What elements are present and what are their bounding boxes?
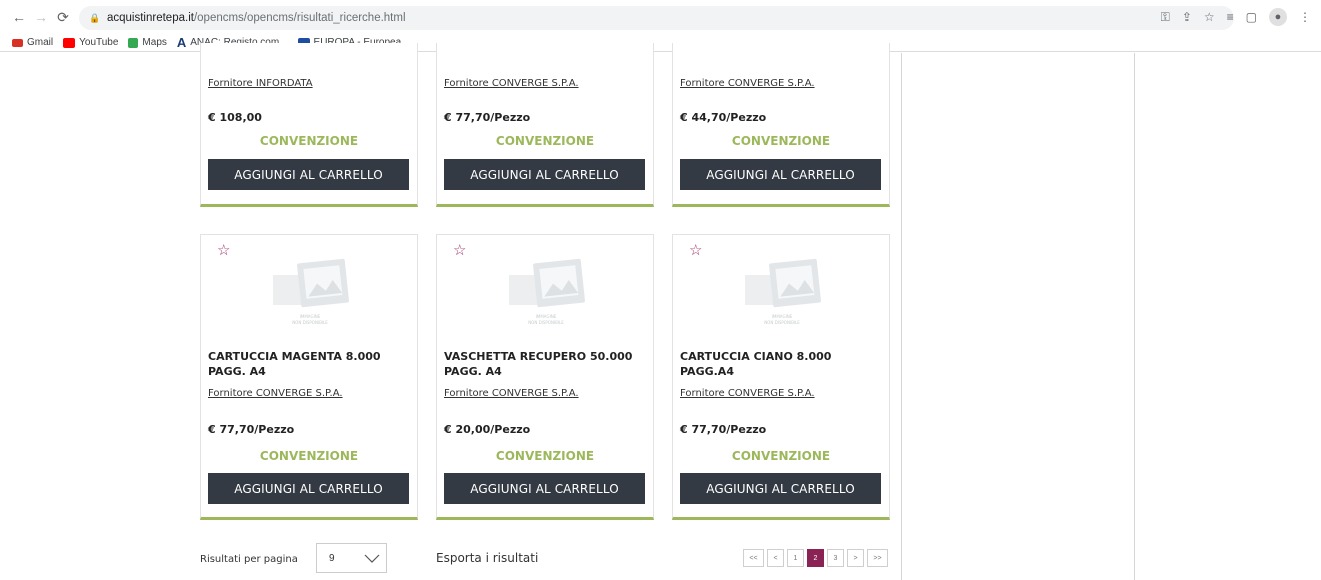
product-price: € 108,00 xyxy=(208,111,262,124)
pager-page-3[interactable]: 3 xyxy=(827,549,844,567)
gmail-icon xyxy=(12,38,23,47)
product-price: € 77,70/Pezzo xyxy=(444,111,531,124)
supplier-link[interactable]: Fornitore CONVERGE S.P.A. xyxy=(444,388,579,399)
image-placeholder-icon: IMMAGINE NON DISPONIBILE xyxy=(509,258,585,325)
add-to-cart-button[interactable]: AGGIUNGI AL CARRELLO xyxy=(444,473,645,504)
bookmark-star-icon[interactable]: ☆ xyxy=(1204,10,1215,24)
bookmark-maps[interactable]: Maps xyxy=(128,37,167,48)
placeholder-line1: IMMAGINE xyxy=(300,314,321,319)
results-per-page-label: Risultati per pagina xyxy=(200,554,298,565)
share-icon[interactable]: ⇪ xyxy=(1182,10,1192,24)
add-to-cart-button[interactable]: AGGIUNGI AL CARRELLO xyxy=(208,159,409,190)
product-price: € 20,00/Pezzo xyxy=(444,423,531,436)
page-content: Fornitore INFORDATA € 108,00 CONVENZIONE… xyxy=(0,43,1321,580)
product-card: Fornitore CONVERGE S.P.A. € 77,70/Pezzo … xyxy=(436,43,654,207)
bookmarks-bar: Gmail YouTube Maps AANAC: Registo com...… xyxy=(0,34,1321,52)
supplier-link[interactable]: Fornitore CONVERGE S.P.A. xyxy=(444,78,579,89)
placeholder-line1: IMMAGINE xyxy=(772,314,793,319)
results-per-page-value: 9 xyxy=(329,552,335,564)
convenzione-badge: CONVENZIONE xyxy=(259,449,359,463)
url-path: /opencms/opencms/risultati_ricerche.html xyxy=(193,12,406,24)
results-per-page-select[interactable]: 9 xyxy=(316,543,387,573)
supplier-link[interactable]: Fornitore CONVERGE S.P.A. xyxy=(680,78,815,89)
pager-last[interactable]: >> xyxy=(867,549,888,567)
convenzione-badge: CONVENZIONE xyxy=(259,134,359,148)
bookmark-gmail[interactable]: Gmail xyxy=(12,37,53,48)
pager-prev[interactable]: < xyxy=(767,549,784,567)
placeholder-line2: NON DISPONIBILE xyxy=(764,320,800,325)
add-to-cart-button[interactable]: AGGIUNGI AL CARRELLO xyxy=(208,473,409,504)
export-results-link[interactable]: Esporta i risultati xyxy=(436,551,538,565)
pager-next[interactable]: > xyxy=(847,549,864,567)
profile-avatar[interactable]: ● xyxy=(1269,8,1287,26)
menu-dots-icon[interactable]: ⋮ xyxy=(1299,10,1311,24)
product-title[interactable]: CARTUCCIA MAGENTA 8.000 PAGG. A4 xyxy=(208,349,413,379)
product-card: Fornitore CONVERGE S.P.A. € 44,70/Pezzo … xyxy=(672,43,890,207)
placeholder-line2: NON DISPONIBILE xyxy=(292,320,328,325)
browser-toolbar: ← → ⟳ 🔒 acquistinretepa.it/opencms/openc… xyxy=(0,0,1321,34)
reading-list-icon[interactable]: ≡ xyxy=(1227,10,1234,24)
product-card: ☆ IMMAGINE NON DISPONIBILE VASCHETTA REC… xyxy=(436,234,654,520)
reload-icon[interactable]: ⟳ xyxy=(54,8,72,26)
address-bar[interactable]: 🔒 acquistinretepa.it/opencms/opencms/ris… xyxy=(79,6,1234,30)
column-divider xyxy=(1134,53,1135,580)
forward-arrow-icon[interactable]: → xyxy=(32,8,50,26)
maps-icon xyxy=(128,37,139,48)
placeholder-line1: IMMAGINE xyxy=(536,314,557,319)
product-card: ☆ IMMAGINE NON DISPONIBILE CARTUCCIA CIA… xyxy=(672,234,890,520)
supplier-link[interactable]: Fornitore CONVERGE S.P.A. xyxy=(208,388,343,399)
product-title[interactable]: VASCHETTA RECUPERO 50.000 PAGG. A4 xyxy=(444,349,649,379)
url-host: acquistinretepa.it xyxy=(107,12,194,24)
product-price: € 77,70/Pezzo xyxy=(680,423,767,436)
add-to-cart-button[interactable]: AGGIUNGI AL CARRELLO xyxy=(680,473,881,504)
chevron-down-icon xyxy=(364,554,380,563)
product-title[interactable]: CARTUCCIA CIANO 8.000 PAGG.A4 xyxy=(680,349,885,379)
anac-icon: A xyxy=(176,35,187,50)
column-divider xyxy=(901,53,902,580)
convenzione-badge: CONVENZIONE xyxy=(495,134,595,148)
favorite-star-icon[interactable]: ☆ xyxy=(453,241,466,259)
convenzione-badge: CONVENZIONE xyxy=(731,449,831,463)
product-price: € 77,70/Pezzo xyxy=(208,423,295,436)
bookmark-youtube[interactable]: YouTube xyxy=(63,37,118,48)
key-icon[interactable]: ⚿ xyxy=(1161,10,1170,25)
image-placeholder-icon: IMMAGINE NON DISPONIBILE xyxy=(273,258,349,325)
product-card: ☆ IMMAGINE NON DISPONIBILE CARTUCCIA MAG… xyxy=(200,234,418,520)
add-to-cart-button[interactable]: AGGIUNGI AL CARRELLO xyxy=(680,159,881,190)
supplier-link[interactable]: Fornitore CONVERGE S.P.A. xyxy=(680,388,815,399)
lock-icon: 🔒 xyxy=(89,13,101,23)
pager-first[interactable]: << xyxy=(743,549,764,567)
product-price: € 44,70/Pezzo xyxy=(680,111,767,124)
add-to-cart-button[interactable]: AGGIUNGI AL CARRELLO xyxy=(444,159,645,190)
product-card: Fornitore INFORDATA € 108,00 CONVENZIONE… xyxy=(200,43,418,207)
convenzione-badge: CONVENZIONE xyxy=(731,134,831,148)
placeholder-line2: NON DISPONIBILE xyxy=(528,320,564,325)
back-arrow-icon[interactable]: ← xyxy=(10,8,28,26)
pager-page-1[interactable]: 1 xyxy=(787,549,804,567)
supplier-link[interactable]: Fornitore INFORDATA xyxy=(208,78,313,89)
image-placeholder-icon: IMMAGINE NON DISPONIBILE xyxy=(745,258,821,325)
favorite-star-icon[interactable]: ☆ xyxy=(217,241,230,259)
convenzione-badge: CONVENZIONE xyxy=(495,449,595,463)
youtube-icon xyxy=(63,37,76,48)
side-panel-icon[interactable]: ▢ xyxy=(1246,10,1257,24)
pager-page-2[interactable]: 2 xyxy=(807,549,824,567)
favorite-star-icon[interactable]: ☆ xyxy=(689,241,702,259)
pagination: << < 1 2 3 > >> xyxy=(743,549,888,567)
